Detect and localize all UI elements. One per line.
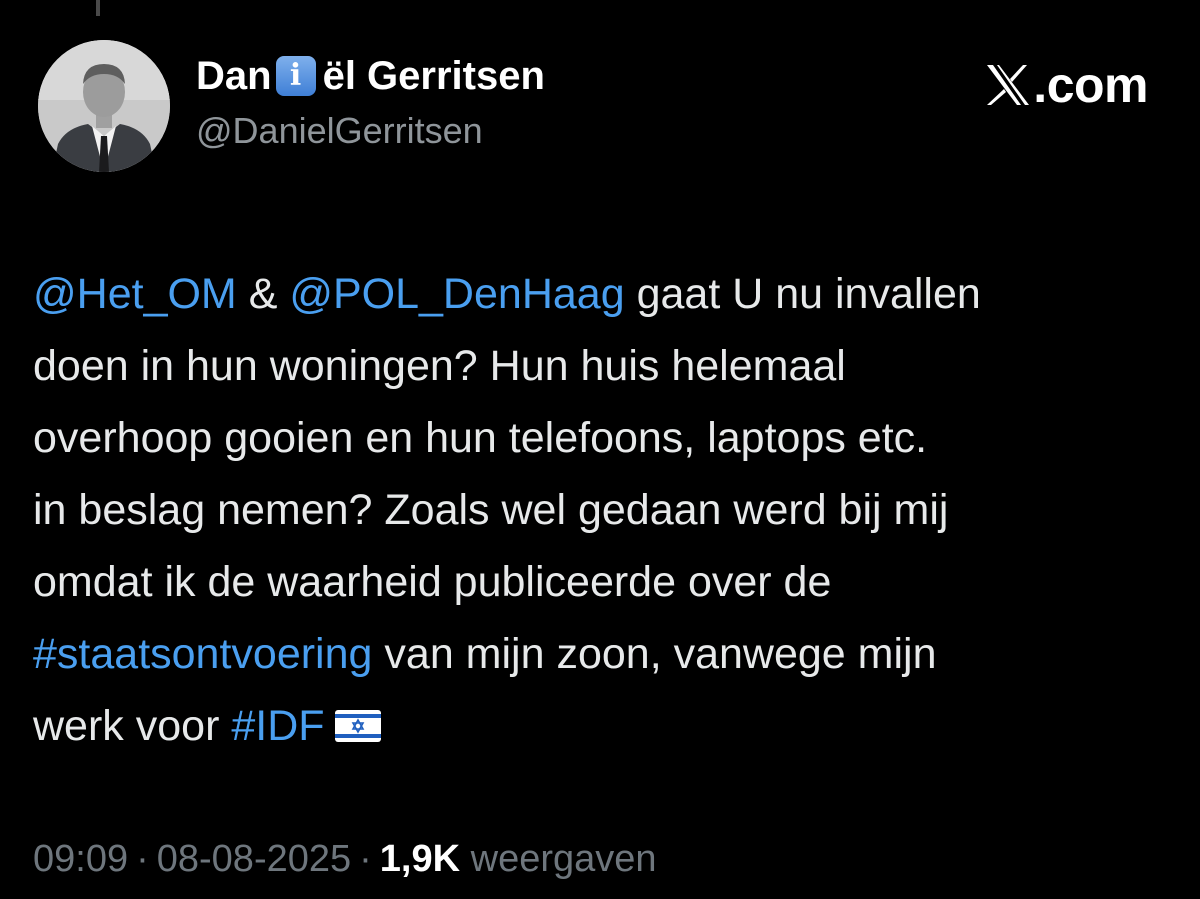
tweet-line: #staatsontvoering van mijn zoon, vanwege…: [33, 618, 1173, 690]
tweet-text-segment: van mijn zoon, vanwege mijn: [372, 630, 937, 678]
thread-connector: [96, 0, 100, 16]
tweet-line: in beslag nemen? Zoals wel gedaan werd b…: [33, 486, 949, 534]
author-display-name[interactable]: Dan i ël Gerritsen: [196, 52, 545, 100]
brand-watermark: .com: [985, 56, 1148, 114]
avatar[interactable]: [38, 40, 170, 172]
brand-text: .com: [1033, 57, 1148, 113]
author-name-part1: Dan: [196, 53, 272, 98]
author-handle[interactable]: @DanielGerritsen: [196, 110, 545, 152]
tweet-date[interactable]: 08-08-2025: [157, 838, 351, 880]
views-count[interactable]: 1,9K: [380, 838, 460, 880]
mention-pol-denhaag[interactable]: @POL_DenHaag: [289, 270, 624, 318]
tweet-meta: 09:09 · 08-08-2025 · 1,9K weergaven: [33, 838, 657, 881]
ampersand-text: &: [236, 270, 290, 318]
separator-dot: ·: [136, 838, 149, 880]
hashtag-idf[interactable]: #IDF: [231, 702, 324, 750]
tweet-line: @Het_OM & @POL_DenHaag gaat U nu invalle…: [33, 258, 1173, 330]
tweet-line: overhoop gooien en hun telefoons, laptop…: [33, 414, 928, 462]
info-badge-icon: i: [275, 56, 316, 96]
mention-het-om[interactable]: @Het_OM: [33, 270, 237, 318]
tweet-line: omdat ik de waarheid publiceerde over de: [33, 558, 832, 606]
tweet-time[interactable]: 09:09: [33, 838, 128, 880]
author-name-part2: ël Gerritsen: [322, 53, 545, 98]
tweet-text-segment: werk voor: [33, 702, 232, 750]
author-info: Dan i ël Gerritsen @DanielGerritsen: [196, 52, 545, 152]
israel-flag-icon: [334, 709, 381, 742]
tweet-text-segment: gaat U nu invallen: [624, 270, 981, 318]
separator-dot: ·: [359, 838, 372, 880]
tweet-line: doen in hun woningen? Hun huis helemaal: [33, 342, 846, 390]
views-label: weergaven: [470, 838, 657, 880]
tweet-line: werk voor #IDF: [33, 690, 1173, 762]
x-logo-icon: [987, 65, 1030, 105]
avatar-portrait-icon: [38, 40, 170, 172]
tweet-header: Dan i ël Gerritsen @DanielGerritsen .com: [38, 40, 1168, 180]
tweet-text: @Het_OM & @POL_DenHaag gaat U nu invalle…: [33, 258, 1173, 762]
hashtag-staatsontvoering[interactable]: #staatsontvoering: [33, 630, 372, 678]
